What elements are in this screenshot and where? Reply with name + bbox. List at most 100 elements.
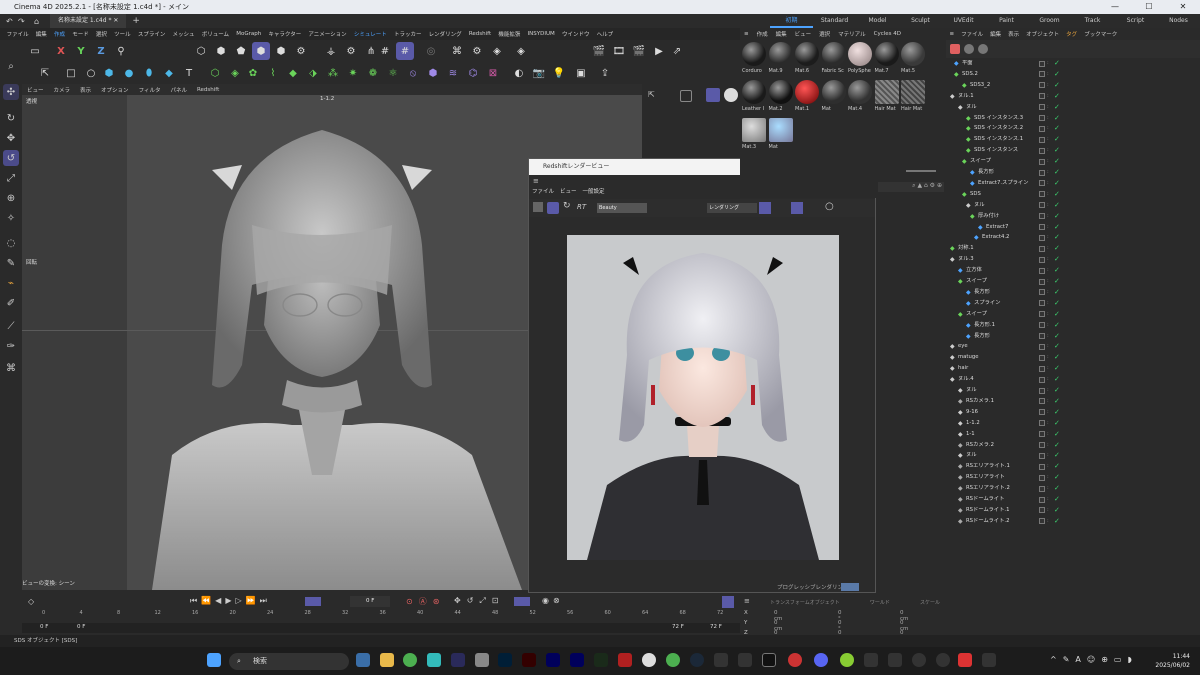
enabled-check-icon[interactable]: ✓ — [1054, 505, 1060, 516]
app-icon-8[interactable] — [762, 653, 776, 667]
bend-icon[interactable]: ⬢ — [424, 64, 442, 82]
visibility-toggle[interactable] — [1039, 496, 1045, 503]
enabled-check-icon[interactable]: ✓ — [1054, 374, 1060, 385]
visibility-toggle[interactable] — [1039, 60, 1045, 67]
settings-app-icon[interactable] — [356, 653, 370, 667]
layout-tab[interactable]: Groom — [1028, 14, 1071, 28]
steam-app-icon[interactable] — [690, 653, 704, 667]
loop-icon[interactable] — [305, 597, 321, 606]
menu-item[interactable]: MoGraph — [233, 31, 265, 37]
sphere-tool-icon[interactable] — [724, 88, 738, 102]
enabled-check-icon[interactable]: ✓ — [1054, 265, 1060, 276]
fracture-icon[interactable]: ⚛ — [384, 64, 402, 82]
y-axis-icon[interactable]: Y — [72, 42, 90, 60]
enabled-check-icon[interactable]: ✓ — [1054, 113, 1060, 124]
visibility-toggle[interactable] — [1039, 376, 1045, 383]
object-row[interactable]: ◆ Extract4.2: ✓ — [946, 232, 1200, 243]
sphere-icon[interactable]: ● — [120, 64, 138, 82]
layer-dots[interactable]: : — [1047, 123, 1049, 134]
visibility-toggle[interactable] — [1039, 104, 1045, 111]
visibility-toggle[interactable] — [1039, 507, 1045, 514]
layout-tab[interactable]: Paint — [985, 14, 1028, 28]
menu-item[interactable]: アニメーション — [305, 30, 350, 38]
app-icon-4[interactable] — [642, 653, 656, 667]
layer-dots[interactable]: : — [1047, 494, 1049, 505]
enabled-check-icon[interactable]: ✓ — [1054, 102, 1060, 113]
enabled-check-icon[interactable]: ✓ — [1054, 341, 1060, 352]
refresh-icon[interactable]: ↻ — [3, 110, 19, 126]
viewport-menu-item[interactable]: Redshift — [192, 87, 224, 93]
subdivision-icon[interactable]: ⬡ — [206, 64, 224, 82]
close-icon[interactable]: ✕ — [1166, 0, 1200, 14]
object-row[interactable]: ◆ SDS インスタンス.2: ✓ — [946, 123, 1200, 134]
viewport-menu-item[interactable]: オプション — [96, 86, 134, 94]
undo-icon[interactable]: ↶ — [6, 17, 13, 26]
attr-tool-icons[interactable]: ⌕ ▲ ⌂ ⚙ ⊕ — [878, 182, 944, 192]
material-menu-item[interactable]: ビュー — [791, 30, 816, 38]
select-icon[interactable]: ⇱ — [648, 90, 660, 102]
visibility-toggle[interactable] — [1039, 474, 1045, 481]
object-row[interactable]: ◆ ヌル: ✓ — [946, 200, 1200, 211]
object-row[interactable]: ◆ 長方形: ✓ — [946, 331, 1200, 342]
layer-dots[interactable]: : — [1047, 298, 1049, 309]
attr-slider[interactable] — [906, 170, 936, 172]
material-swatch[interactable] — [795, 42, 819, 66]
after-effects-app-icon[interactable] — [546, 653, 560, 667]
enabled-check-icon[interactable]: ✓ — [1054, 254, 1060, 265]
extrude-icon[interactable]: ◈ — [226, 64, 244, 82]
layer-dots[interactable]: : — [1047, 156, 1049, 167]
app-icon-13[interactable] — [912, 653, 926, 667]
layer-dots[interactable]: : — [1047, 211, 1049, 222]
object-row[interactable]: ◆ スイープ: ✓ — [946, 276, 1200, 287]
menu-item[interactable]: トラッカー — [390, 30, 425, 38]
object-menu-item[interactable]: オブジェクト — [1023, 30, 1063, 38]
visibility-toggle[interactable] — [1039, 289, 1045, 296]
object-row[interactable]: ◆ ヌル: ✓ — [946, 385, 1200, 396]
visibility-toggle[interactable] — [1039, 387, 1045, 394]
object-menu-item[interactable]: タグ — [1063, 30, 1081, 38]
enabled-check-icon[interactable]: ✓ — [1054, 243, 1060, 254]
coordinate-icon[interactable]: ⚲ — [112, 42, 130, 60]
object-row[interactable]: ◆ RSドームライト.2: ✓ — [946, 516, 1200, 527]
menu-item[interactable]: INSYDIUM — [524, 31, 558, 37]
object-row[interactable]: ◆ スイープ: ✓ — [946, 309, 1200, 320]
scale-icon[interactable]: ⤢ — [3, 170, 19, 186]
enabled-check-icon[interactable]: ✓ — [1054, 80, 1060, 91]
house-tool-icon[interactable] — [706, 88, 720, 102]
uv-mode-icon[interactable]: ⬢ — [272, 42, 290, 60]
snap-toggle-icon[interactable]: # — [396, 42, 414, 60]
app-icon-10[interactable] — [840, 653, 854, 667]
app-icon-5[interactable] — [666, 653, 680, 667]
app-icon-16[interactable] — [982, 653, 996, 667]
spline-pen-icon[interactable]: ✑ — [3, 338, 19, 354]
object-row[interactable]: ◆ Extract7: ✓ — [946, 222, 1200, 233]
range-end-2[interactable]: 72 F — [710, 624, 722, 630]
layer-dots[interactable]: : — [1047, 440, 1049, 451]
object-row[interactable]: ◆ 長方形.1: ✓ — [946, 320, 1200, 331]
material-swatch[interactable] — [821, 42, 846, 66]
visibility-toggle[interactable] — [1039, 442, 1045, 448]
object-row[interactable]: ◆ 長方形: ✓ — [946, 287, 1200, 298]
coord-header[interactable]: スケール — [920, 599, 940, 607]
premiere-app-icon[interactable] — [570, 653, 584, 667]
material-menu-item[interactable]: 作成 — [753, 30, 772, 38]
text-icon[interactable]: T — [180, 64, 198, 82]
layer-dots[interactable]: : — [1047, 429, 1049, 440]
layer-dots[interactable]: : — [1047, 276, 1049, 287]
polygons-mode-icon[interactable]: ⬟ — [232, 42, 250, 60]
object-row[interactable]: ◆ RSカメラ.1: ✓ — [946, 396, 1200, 407]
material-swatch[interactable] — [768, 118, 793, 142]
timeline-expand-icon[interactable] — [722, 596, 734, 608]
layer-dots[interactable]: : — [1047, 265, 1049, 276]
layer-dots[interactable]: : — [1047, 483, 1049, 494]
symmetry-icon[interactable]: ⌘ — [448, 42, 466, 60]
viewport-menu-item[interactable]: パネル — [165, 86, 192, 94]
layer-dots[interactable]: : — [1047, 331, 1049, 342]
taskbar-search[interactable]: ⌕ 検索 — [229, 653, 349, 670]
x-axis-icon[interactable]: X — [52, 42, 70, 60]
enabled-check-icon[interactable]: ✓ — [1054, 145, 1060, 156]
external-icon[interactable]: ⇗ — [668, 42, 686, 60]
menu-item[interactable]: シミュレート — [350, 30, 390, 38]
discord-app-icon[interactable] — [814, 653, 828, 667]
layer-dots[interactable]: : — [1047, 102, 1049, 113]
